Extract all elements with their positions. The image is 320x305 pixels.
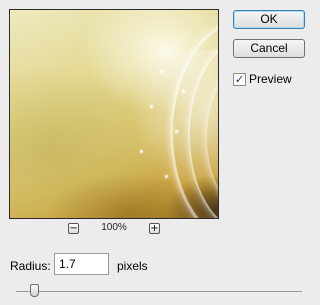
zoom-level-label: 100% <box>101 222 127 233</box>
zoom-in-button[interactable]: + <box>149 223 160 234</box>
preview-sparkle <box>175 130 178 133</box>
preview-sparkle <box>150 105 153 108</box>
ok-button[interactable]: OK <box>233 10 305 29</box>
preview-checkbox[interactable]: ✓ <box>233 72 246 86</box>
preview-sparkle <box>160 70 163 73</box>
radius-slider-track[interactable] <box>16 291 302 292</box>
preview-sparkle <box>165 175 168 178</box>
preview-sparkle <box>140 150 143 153</box>
zoom-out-button[interactable]: − <box>68 223 79 234</box>
filter-preview-image[interactable] <box>9 9 219 219</box>
radius-units-label: pixels <box>117 259 148 273</box>
preview-sparkle <box>182 90 185 93</box>
radius-slider-thumb[interactable] <box>30 284 39 297</box>
preview-checkbox-row[interactable]: ✓ Preview <box>233 72 292 86</box>
cancel-button[interactable]: Cancel <box>233 39 305 58</box>
radius-input[interactable] <box>54 253 109 275</box>
preview-checkbox-label: Preview <box>249 72 292 86</box>
radius-label: Radius: <box>10 259 51 273</box>
